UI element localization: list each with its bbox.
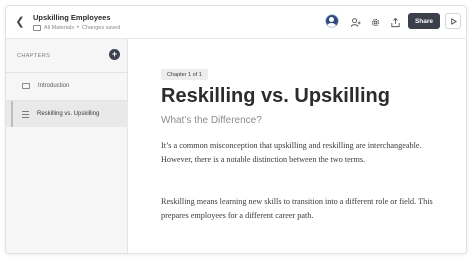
course-meta: All Materials • Changes saved <box>33 25 120 31</box>
sidebar-item-label: Introduction <box>38 83 70 89</box>
paragraph[interactable]: It’s a common misconception that upskill… <box>161 139 451 166</box>
export-icon[interactable] <box>388 15 402 29</box>
sidebar-item-label: Reskilling vs. Upskilling <box>37 111 100 117</box>
chapters-sidebar: CHAPTERS + Introduction Reskilling vs. U… <box>6 39 128 253</box>
top-header: ❮ Upskilling Employees All Materials • C… <box>6 6 466 39</box>
page-subtitle[interactable]: What’s the Difference? <box>161 115 262 126</box>
save-status: Changes saved <box>82 25 121 31</box>
paragraph[interactable]: Reskilling means learning new skills to … <box>161 195 451 222</box>
breadcrumb-link[interactable]: All Materials <box>44 25 74 31</box>
play-icon[interactable] <box>445 13 461 29</box>
chapters-heading: CHAPTERS <box>17 53 51 59</box>
add-user-icon[interactable] <box>348 15 362 29</box>
gear-icon[interactable] <box>368 15 382 29</box>
chapter-badge: Chapter 1 of 1 <box>161 69 208 80</box>
sidebar-item-reskilling-vs-upskilling[interactable]: Reskilling vs. Upskilling <box>6 100 128 127</box>
folder-icon <box>33 25 41 31</box>
meta-separator: • <box>76 25 80 31</box>
app-window: ❮ Upskilling Employees All Materials • C… <box>5 5 467 254</box>
document-icon <box>22 83 30 89</box>
list-icon <box>22 110 29 118</box>
share-button[interactable]: Share <box>408 13 440 29</box>
back-chevron-icon[interactable]: ❮ <box>13 15 27 29</box>
add-chapter-button[interactable]: + <box>109 49 120 60</box>
user-avatar[interactable] <box>325 14 339 28</box>
course-title: Upskilling Employees <box>33 13 111 22</box>
page-title[interactable]: Reskilling vs. Upskilling <box>161 85 390 108</box>
sidebar-item-introduction[interactable]: Introduction <box>6 72 128 99</box>
content-area: Chapter 1 of 1 Reskilling vs. Upskilling… <box>128 39 466 253</box>
